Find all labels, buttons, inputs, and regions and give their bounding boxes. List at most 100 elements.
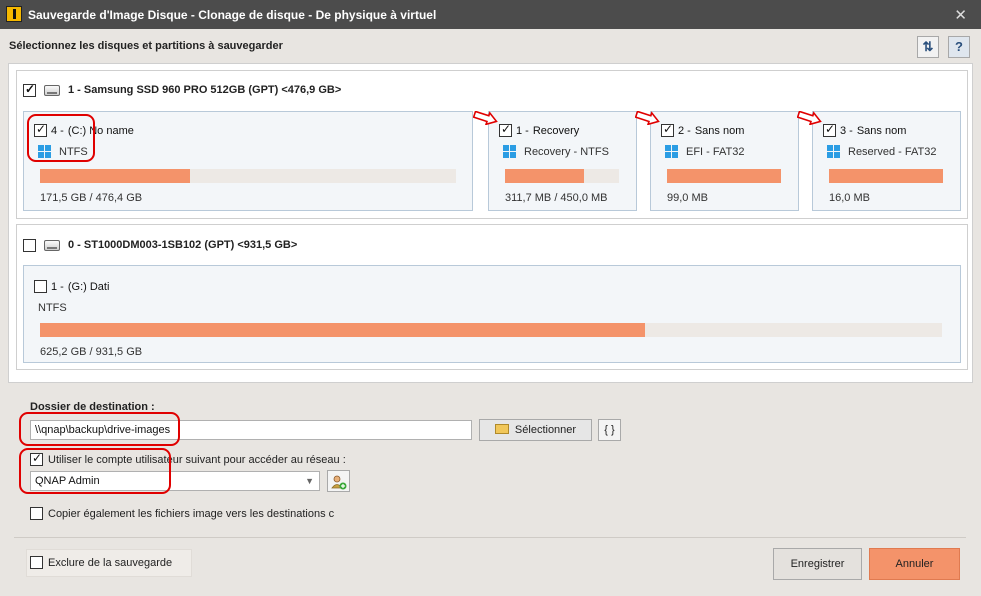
select-folder-button[interactable]: Sélectionner [479, 419, 592, 441]
disk-0-label: 0 - ST1000DM003-1SB102 (GPT) <931,5 GB> [68, 239, 298, 251]
disk-0-checkbox[interactable] [23, 238, 36, 252]
annotation-arrow-reserved [797, 111, 822, 125]
partition-name: Sans nom [694, 124, 745, 137]
partition-header: 3 - Sans nom [823, 122, 907, 137]
partition-c-checkbox[interactable] [34, 122, 47, 137]
add-user-icon [330, 475, 346, 490]
annotation-arrow-recovery [473, 111, 498, 125]
usage-bar-fill [40, 169, 190, 183]
disk-1-label: 1 - Samsung SSD 960 PRO 512GB (GPT) <476… [68, 84, 342, 96]
partition-fs-label: Recovery - NTFS [524, 146, 609, 158]
partition-fs-label: NTFS [59, 146, 88, 158]
partition-number: 1 - [51, 280, 64, 293]
save-label: Enregistrer [790, 558, 845, 570]
help-button[interactable]: ? [948, 36, 970, 58]
braces-label: { } [604, 424, 615, 436]
partition-name: (C:) No name [67, 124, 134, 137]
use-account-row: Utiliser le compte utilisateur suivant p… [30, 451, 346, 466]
variables-button[interactable]: { } [598, 419, 621, 441]
usage-bar [40, 323, 942, 337]
partition-g-checkbox[interactable] [34, 280, 47, 293]
partition-fs: NTFS [38, 302, 67, 314]
window-title: Sauvegarde d'Image Disque - Clonage de d… [28, 8, 437, 22]
partition-size: 99,0 MB [667, 192, 708, 204]
account-value: QNAP Admin [35, 475, 100, 487]
save-button[interactable]: Enregistrer [773, 548, 862, 580]
disk-0: 0 - ST1000DM003-1SB102 (GPT) <931,5 GB> … [16, 224, 968, 370]
partition-fs-label: NTFS [38, 302, 67, 314]
destination-path-input[interactable]: \\qnap\backup\drive-images [30, 420, 472, 440]
title-bar: Sauvegarde d'Image Disque - Clonage de d… [0, 0, 981, 29]
account-select[interactable]: QNAP Admin ▼ [30, 471, 320, 491]
copy-checkbox[interactable] [30, 507, 43, 520]
usage-bar-fill [829, 169, 943, 183]
hard-drive-icon [44, 239, 60, 251]
exclude-checkbox[interactable] [30, 556, 43, 569]
windows-icon [503, 145, 517, 159]
usage-bar-fill [667, 169, 781, 183]
close-icon[interactable]: ✕ [954, 6, 967, 24]
cancel-label: Annuler [895, 558, 934, 570]
partition-fs: NTFS [38, 145, 88, 159]
refresh-button[interactable]: ⇅ [917, 36, 939, 58]
partition-size: 311,7 MB / 450,0 MB [505, 192, 608, 204]
partition-header: 1 - (G:) Dati [34, 280, 109, 293]
partition-c[interactable]: 4 - (C:) No name NTFS 171,5 GB / 476,4 G… [23, 111, 473, 211]
app-icon [6, 6, 22, 22]
usage-bar [40, 169, 456, 183]
use-account-label: Utiliser le compte utilisateur suivant p… [48, 453, 346, 466]
refresh-icon: ⇅ [922, 39, 934, 54]
select-folder-label: Sélectionner [514, 424, 577, 436]
partition-recovery-checkbox[interactable] [499, 122, 512, 137]
disk-header: 0 - ST1000DM003-1SB102 (GPT) <931,5 GB> [23, 237, 297, 253]
help-icon: ? [955, 39, 963, 54]
partition-size: 16,0 MB [829, 192, 870, 204]
partition-name: (G:) Dati [67, 280, 110, 293]
partition-reserved[interactable]: 3 - Sans nom Reserved - FAT32 16,0 MB [812, 111, 961, 211]
partition-number: 1 - [516, 124, 529, 137]
partition-header: 4 - (C:) No name [34, 122, 134, 137]
section-title: Sélectionnez les disques et partitions à… [9, 40, 283, 52]
annotation-arrow-efi [635, 111, 660, 125]
partition-name: Sans nom [856, 124, 907, 137]
partition-header: 2 - Sans nom [661, 122, 745, 137]
partition-fs: Recovery - NTFS [503, 145, 609, 159]
partition-number: 2 - [678, 124, 691, 137]
partition-size: 171,5 GB / 476,4 GB [40, 192, 143, 204]
usage-bar-fill [505, 169, 584, 183]
usage-bar-fill [40, 323, 646, 337]
exclude-row: Exclure de la sauvegarde [30, 556, 172, 569]
copy-row: Copier également les fichiers image vers… [30, 507, 334, 520]
disk-1-checkbox[interactable] [23, 82, 36, 97]
partition-fs: Reserved - FAT32 [827, 145, 936, 159]
add-user-button[interactable] [327, 470, 350, 492]
partition-header: 1 - Recovery [499, 122, 580, 137]
partition-recovery[interactable]: 1 - Recovery Recovery - NTFS 311,7 MB / … [488, 111, 637, 211]
usage-bar [667, 169, 781, 183]
partition-reserved-checkbox[interactable] [823, 122, 836, 137]
windows-icon [38, 145, 52, 159]
folder-icon [494, 424, 509, 434]
partition-fs-label: EFI - FAT32 [686, 146, 745, 158]
destination-label: Dossier de destination : [30, 401, 155, 413]
partition-efi-checkbox[interactable] [661, 122, 674, 137]
exclude-label: Exclure de la sauvegarde [48, 556, 173, 569]
disk-1: 1 - Samsung SSD 960 PRO 512GB (GPT) <476… [16, 70, 968, 219]
cancel-button[interactable]: Annuler [869, 548, 960, 580]
chevron-down-icon: ▼ [305, 476, 314, 486]
windows-icon [827, 145, 841, 159]
partition-number: 4 - [51, 124, 64, 137]
windows-icon [665, 145, 679, 159]
partition-name: Recovery [532, 124, 580, 137]
partition-efi[interactable]: 2 - Sans nom EFI - FAT32 99,0 MB [650, 111, 799, 211]
partition-number: 3 - [840, 124, 853, 137]
hard-drive-icon [44, 84, 60, 96]
usage-bar [829, 169, 943, 183]
copy-label: Copier également les fichiers image vers… [48, 507, 335, 520]
partition-size: 625,2 GB / 931,5 GB [40, 346, 143, 358]
partition-g[interactable]: 1 - (G:) Dati NTFS 625,2 GB / 931,5 GB [23, 265, 961, 363]
use-account-checkbox[interactable] [30, 451, 43, 466]
footer-divider [14, 537, 966, 538]
partition-fs-label: Reserved - FAT32 [848, 146, 937, 158]
disk-header: 1 - Samsung SSD 960 PRO 512GB (GPT) <476… [23, 82, 341, 98]
